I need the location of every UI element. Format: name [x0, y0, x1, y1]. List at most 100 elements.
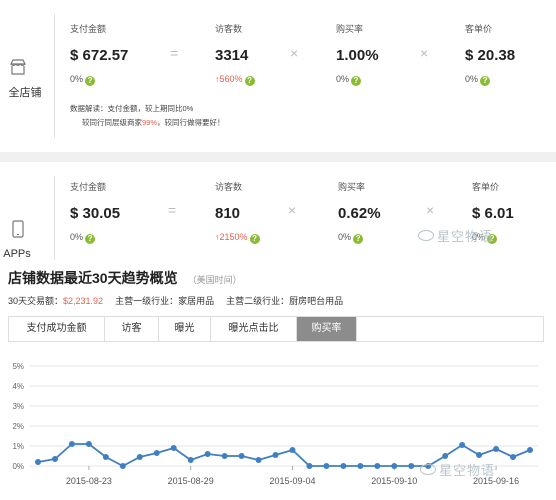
data-point	[374, 463, 381, 469]
metric-change: ↑2150%?	[215, 232, 260, 244]
y-tick-label: 1%	[12, 442, 24, 451]
y-tick-label: 5%	[12, 362, 24, 371]
tab-ctr[interactable]: 曝光点击比	[211, 317, 297, 341]
data-point	[255, 457, 262, 463]
note-text: 较同行同层级商家	[82, 118, 142, 127]
metric-label: 客单价	[472, 182, 500, 192]
data-point	[153, 450, 160, 456]
data-point	[476, 452, 483, 458]
x-tick-label: 2015-09-04	[269, 476, 315, 486]
change-value: 0%	[70, 74, 84, 84]
equals-operator: =	[168, 202, 177, 218]
title-text: 店铺数据最近30天趋势概览	[8, 270, 178, 286]
data-point	[238, 453, 245, 459]
note-percent: 99%	[142, 118, 158, 127]
primary-industry: 主营一级行业：家居用品	[115, 296, 215, 306]
metric-value: $ 30.05	[70, 205, 121, 222]
watermark: 星空物语	[420, 460, 495, 479]
multiply-operator: ×	[426, 202, 435, 218]
data-point	[510, 454, 517, 460]
y-tick-label: 4%	[12, 382, 24, 391]
help-icon[interactable]: ?	[480, 76, 491, 86]
app-label: APPs	[3, 248, 31, 260]
data-point	[323, 463, 330, 469]
tab-payment-amount[interactable]: 支付成功金额	[9, 317, 105, 341]
tab-conversion-rate[interactable]: 购买率	[297, 317, 357, 341]
data-point	[442, 453, 449, 459]
metric-label: 访客数	[215, 182, 243, 192]
watermark-text: 星空物语	[439, 463, 496, 478]
store-overview-panel: 全店铺 支付金额 $ 672.57 0%? = 访客数 3314 ↑560%? …	[0, 0, 556, 152]
x-tick-label: 2015-09-10	[371, 476, 417, 486]
x-tick-label: 2015-08-29	[168, 476, 214, 486]
help-icon[interactable]: ?	[85, 76, 96, 86]
watermark: 星空物语	[418, 226, 493, 245]
data-point	[391, 463, 398, 469]
metric-visitors: 访客数 810 ↑2150%?	[215, 180, 260, 244]
summary-line: 30天交易额：$2,231.92 主营一级行业：家居用品 主营二级行业：厨房吧台用品	[8, 294, 343, 307]
metric-change: 0%?	[70, 232, 120, 244]
y-tick-label: 3%	[12, 402, 24, 411]
app-overview-panel: APPs 支付金额 $ 30.05 0%? = 访客数 810 ↑2150%? …	[0, 162, 556, 260]
divider	[54, 176, 55, 260]
multiply-operator: ×	[288, 202, 297, 218]
data-point	[221, 453, 228, 459]
trade-amount-label: 30天交易额：	[8, 296, 64, 306]
data-interpretation-note: 数据解读：支付金额，较上期同比0% 较同行同层级商家99%，较同行做得要好！	[70, 102, 225, 130]
data-point	[102, 454, 109, 460]
data-point	[527, 447, 533, 453]
data-point	[187, 457, 194, 463]
data-point	[35, 459, 41, 465]
help-icon[interactable]: ?	[353, 234, 364, 244]
metric-label: 支付金额	[70, 182, 107, 192]
metric-label: 客单价	[465, 24, 493, 34]
equals-operator: =	[170, 45, 179, 61]
metric-label: 访客数	[215, 24, 243, 34]
app-sidebar: APPs	[0, 162, 50, 260]
metric-change: 0%?	[465, 74, 515, 86]
metric-change: 0%?	[338, 232, 381, 244]
metric-visitors: 访客数 3314 ↑560%?	[215, 22, 255, 86]
store-sidebar: 全店铺	[0, 0, 50, 152]
tab-impressions[interactable]: 曝光	[159, 317, 211, 341]
data-point	[408, 463, 415, 469]
data-point	[204, 451, 211, 457]
divider	[54, 14, 55, 138]
wechat-icon	[418, 230, 434, 241]
metric-value: 3314	[215, 47, 249, 64]
note-line-1: 数据解读：支付金额，较上期同比0%	[70, 104, 194, 113]
data-point	[493, 446, 500, 452]
data-point	[170, 445, 177, 451]
metric-change: 0%?	[336, 74, 379, 86]
y-tick-label: 2%	[12, 422, 24, 431]
help-icon[interactable]: ?	[351, 76, 362, 86]
help-icon[interactable]: ?	[85, 234, 96, 244]
change-value: 0%	[336, 74, 350, 84]
section-gap	[0, 152, 556, 162]
help-icon[interactable]: ?	[249, 234, 260, 244]
change-value: ↑560%	[215, 74, 243, 84]
data-point	[289, 447, 296, 453]
metric-conversion-rate: 购买率 0.62% 0%?	[338, 180, 381, 244]
tab-visitors[interactable]: 访客	[105, 317, 159, 341]
metric-change: 0%?	[70, 74, 128, 86]
data-point	[340, 463, 347, 469]
metric-label: 购买率	[338, 182, 366, 192]
store-label: 全店铺	[8, 87, 42, 99]
mobile-phone-icon	[12, 220, 24, 238]
x-tick-label: 2015-08-23	[66, 476, 112, 486]
metric-tabs: 支付成功金额 访客 曝光 曝光点击比 购买率	[8, 316, 544, 342]
data-point	[272, 452, 279, 458]
storefront-icon	[10, 59, 26, 75]
note-text: ，较同行做得要好！	[157, 118, 225, 127]
change-value: ↑2150%	[215, 232, 248, 242]
metric-value: $ 6.01	[472, 205, 514, 222]
secondary-industry: 主营二级行业：厨房吧台用品	[226, 296, 344, 306]
trade-amount-value: $2,231.92	[63, 296, 104, 306]
timezone-note: （美国时间）	[187, 275, 242, 285]
data-point	[85, 441, 92, 447]
wechat-icon	[420, 464, 436, 475]
watermark-text: 星空物语	[437, 229, 494, 244]
metric-payment-amount: 支付金额 $ 30.05 0%?	[70, 180, 120, 244]
help-icon[interactable]: ?	[244, 76, 255, 86]
